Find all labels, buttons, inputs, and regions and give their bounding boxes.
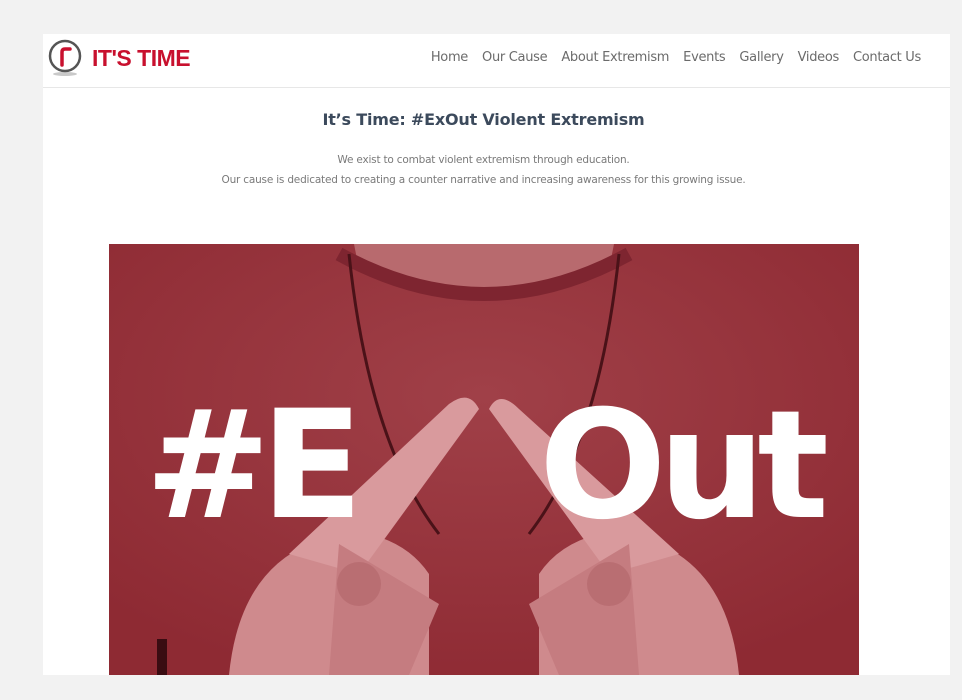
nav-videos[interactable]: Videos (791, 48, 846, 68)
hero-image: #E Out (109, 244, 859, 675)
nav-home[interactable]: Home (424, 48, 475, 68)
nav-about-extremism[interactable]: About Extremism (554, 48, 676, 68)
intro-title: It’s Time: #ExOut Violent Extremism (322, 110, 645, 129)
nav-our-cause[interactable]: Our Cause (475, 48, 554, 68)
brand-name: IT'S TIME (92, 44, 191, 71)
hero-headline: #E Out (109, 391, 859, 541)
hero-text-right: Out (539, 379, 829, 553)
page-container: IT'S TIME Home Our Cause About Extremism… (43, 34, 950, 675)
intro-line-1: We exist to combat violent extremism thr… (337, 154, 630, 166)
main-nav: Home Our Cause About Extremism Events Ga… (424, 48, 921, 68)
hero-text-left: #E (145, 379, 363, 553)
site-logo[interactable]: IT'S TIME (48, 38, 191, 78)
nav-gallery[interactable]: Gallery (732, 48, 790, 68)
intro-line-2: Our cause is dedicated to creating a cou… (221, 174, 746, 186)
intro-text: We exist to combat violent extremism thr… (43, 150, 924, 190)
site-header: IT'S TIME Home Our Cause About Extremism… (43, 34, 950, 88)
nav-contact-us[interactable]: Contact Us (846, 48, 921, 68)
clock-icon (48, 38, 86, 78)
nav-events[interactable]: Events (676, 48, 732, 68)
